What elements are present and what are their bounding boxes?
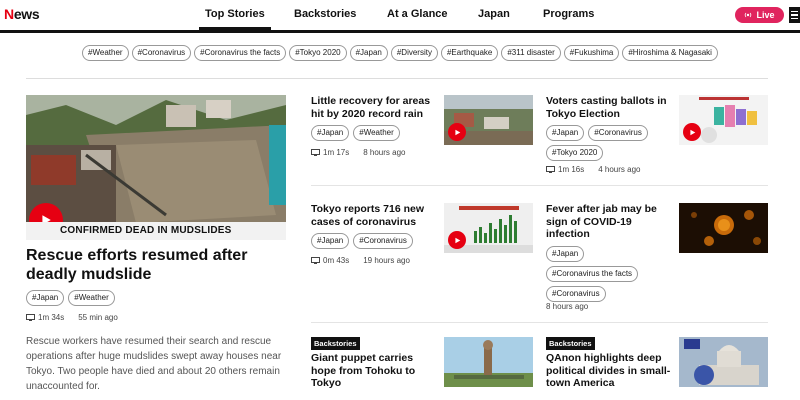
story-tags: #Japan #Weather [311,125,400,141]
topic-tag[interactable]: #Diversity [390,45,438,61]
topic-tag[interactable]: #Weather [82,45,129,61]
story-meta: 8 hours ago [546,302,588,311]
publish-time: 19 hours ago [363,256,410,265]
topic-tag[interactable]: #Earthquake [440,45,499,61]
story-tag[interactable]: #Weather [68,290,115,306]
story-thumbnail[interactable] [444,95,533,145]
story-meta: 0m 43s 19 hours ago [311,256,410,265]
story-tag[interactable]: #Japan [311,125,350,141]
nav-backstories[interactable]: Backstories [294,8,356,20]
giant-puppet-image [444,337,533,387]
broadcast-icon [745,12,752,18]
play-icon[interactable] [448,123,466,141]
row-divider [311,322,768,323]
story-title[interactable]: Fever after jab may be sign of COVID-19 … [546,203,671,241]
story-thumbnail[interactable] [679,203,768,253]
story-thumbnail[interactable] [679,337,768,387]
main-nav: Top Stories Backstories At a Glance Japa… [0,0,800,30]
story-tags: #Japan #Coronavirus #Tokyo 2020 [546,125,671,161]
backstories-badge: Backstories [311,337,360,350]
topic-tag[interactable]: #311 disaster [501,45,561,61]
story-title[interactable]: QAnon highlights deep political divides … [546,352,671,390]
main-story-meta: 1m 34s 55 min ago [26,313,118,322]
main-story-image[interactable]: CONFIRMED DEAD IN MUDSLIDES [26,95,286,240]
topic-tag[interactable]: #Coronavirus the facts [194,45,287,61]
play-icon[interactable] [448,231,466,249]
backstories-badge: Backstories [546,337,595,350]
story-thumbnail[interactable] [679,95,768,145]
topic-tag[interactable]: #Japan [349,45,388,61]
topic-tag[interactable]: #Coronavirus [131,45,192,61]
video-duration: 1m 16s [558,165,585,174]
story-thumbnail[interactable] [444,337,533,387]
video-icon [311,149,320,156]
video-icon [311,257,320,264]
main-story-description: Rescue workers have resumed their search… [26,336,282,392]
video-duration: 1m 17s [323,148,350,157]
story-tag[interactable]: #Japan [546,125,585,141]
play-icon[interactable] [683,123,701,141]
topic-tag-bar: #Weather #Coronavirus #Coronavirus the f… [0,45,800,63]
story-title[interactable]: Tokyo reports 716 new cases of coronavir… [311,203,436,228]
section-divider [26,78,768,79]
story-meta: 1m 17s 8 hours ago [311,148,406,157]
video-icon [26,314,35,321]
nav-japan[interactable]: Japan [478,8,510,20]
story-tag[interactable]: #Coronavirus [546,286,606,302]
main-story-tags: #Japan #Weather [26,290,115,306]
nav-programs[interactable]: Programs [543,8,594,20]
story-tag[interactable]: #Coronavirus the facts [546,266,639,282]
publish-time: 8 hours ago [546,302,589,311]
main-story-title[interactable]: Rescue efforts resumed after deadly muds… [26,246,276,284]
video-duration: 1m 34s [38,313,65,322]
virus-illustration [679,203,768,253]
story-tag[interactable]: #Japan [546,246,585,262]
site-header: News Top Stories Backstories At a Glance… [0,0,800,33]
story-tag[interactable]: #Coronavirus [588,125,648,141]
story-meta: 1m 16s 4 hours ago [546,165,641,174]
topic-tag[interactable]: #Fukushima [563,45,620,61]
story-tag[interactable]: #Tokyo 2020 [546,145,604,161]
topic-tag[interactable]: #Hiroshima & Nagasaki [622,45,718,61]
publish-time: 55 min ago [78,313,118,322]
menu-icon[interactable] [789,7,800,23]
topic-tag[interactable]: #Tokyo 2020 [289,45,347,61]
video-icon [546,166,555,173]
image-caption: CONFIRMED DEAD IN MUDSLIDES [26,222,286,240]
story-title[interactable]: Giant puppet carries hope from Tohoku to… [311,352,436,390]
capitol-building-image [679,337,768,387]
publish-time: 4 hours ago [598,165,641,174]
nav-at-a-glance[interactable]: At a Glance [387,8,448,20]
video-duration: 0m 43s [323,256,350,265]
story-title[interactable]: Voters casting ballots in Tokyo Election [546,95,671,120]
story-tags: #Japan #Coronavirus the facts #Coronavir… [546,246,671,302]
publish-time: 8 hours ago [363,148,406,157]
mudslide-scene-image [26,95,286,240]
nav-top-stories[interactable]: Top Stories [199,8,271,30]
story-tags: #Japan #Coronavirus [311,233,413,249]
story-tag[interactable]: #Weather [353,125,400,141]
story-tag[interactable]: #Japan [311,233,350,249]
live-button[interactable]: Live [735,7,784,23]
row-divider [311,185,768,186]
story-tag[interactable]: #Coronavirus [353,233,413,249]
story-title[interactable]: Little recovery for areas hit by 2020 re… [311,95,436,120]
story-tag[interactable]: #Japan [26,290,65,306]
story-thumbnail[interactable] [444,203,533,253]
live-label: Live [756,10,775,20]
